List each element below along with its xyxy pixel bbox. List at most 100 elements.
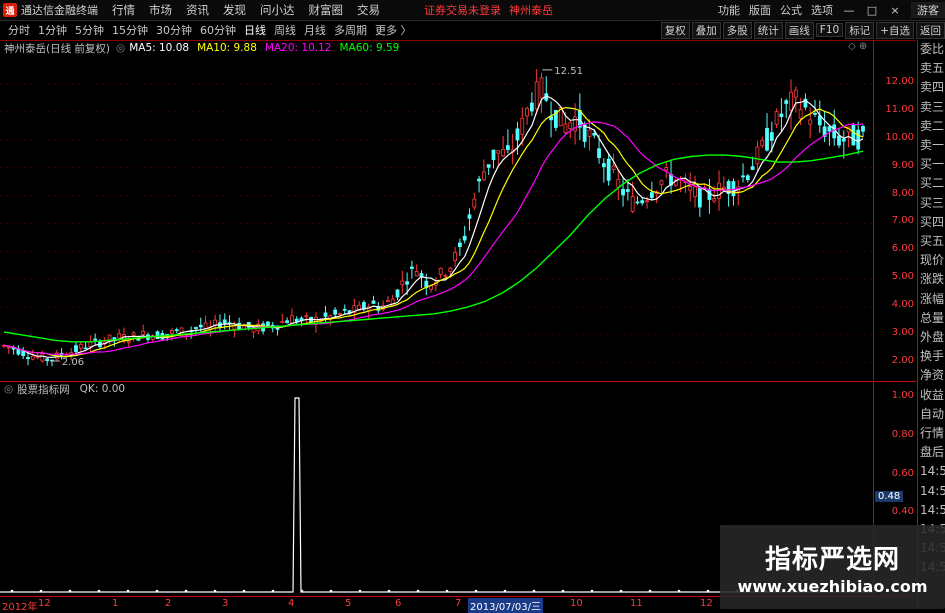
tool-stats[interactable]: 统计 [753, 21, 783, 39]
quote-panel-item[interactable]: 卖五 [918, 59, 945, 78]
candle-body [688, 186, 693, 191]
candle-body [491, 149, 496, 160]
chart-ctrl-icons[interactable]: ◇ ⊕ [848, 41, 867, 52]
period-30min[interactable]: 30分钟 [156, 22, 192, 38]
quote-panel-item[interactable]: 外盘 [918, 328, 945, 347]
quote-panel-item[interactable]: 买五 [918, 232, 945, 251]
quote-panel-item[interactable]: 涨幅 [918, 290, 945, 309]
quote-panel-item[interactable]: 14:5 [918, 462, 945, 481]
period-weekly[interactable]: 周线 [274, 22, 296, 38]
candle-body [462, 235, 467, 241]
candle-body [501, 149, 505, 157]
high-price-label: 12.51 [554, 66, 583, 77]
period-5min[interactable]: 5分钟 [75, 22, 104, 38]
period-intraday[interactable]: 分时 [8, 22, 30, 38]
candle-body [664, 167, 669, 171]
quote-panel-item[interactable]: 买二 [918, 174, 945, 193]
login-alert[interactable]: 证券交易未登录 [424, 2, 501, 18]
candle-body [712, 198, 717, 202]
period-1min[interactable]: 1分钟 [38, 22, 67, 38]
tool-draw[interactable]: 画线 [784, 21, 814, 39]
quote-panel-item[interactable]: 14:5 [918, 482, 945, 501]
quote-panel-item[interactable]: 净资 [918, 366, 945, 385]
tool-back[interactable]: 返回 [916, 21, 945, 39]
tool-f10[interactable]: F10 [815, 23, 844, 37]
menu-function[interactable]: 功能 [718, 2, 740, 18]
candle-body [563, 123, 568, 134]
quote-panel-item[interactable]: 卖三 [918, 98, 945, 117]
tool-adjust[interactable]: 复权 [660, 21, 690, 39]
quote-panel-item[interactable]: 行情 [918, 424, 945, 443]
quote-panel-item[interactable]: 自动 [918, 405, 945, 424]
ma60-line [3, 150, 864, 343]
period-monthly[interactable]: 月线 [304, 22, 326, 38]
watermark-url: www.xuezhibiao.com [737, 577, 928, 596]
candle-body [481, 171, 486, 181]
qk-point [503, 589, 507, 593]
period-15min[interactable]: 15分钟 [112, 22, 148, 38]
indicator-tick: 0.80 [891, 428, 914, 440]
qk-point [619, 589, 623, 593]
quote-panel-item[interactable]: 委比 [918, 40, 945, 59]
menu-options[interactable]: 选项 [811, 2, 833, 18]
tool-overlay[interactable]: 叠加 [691, 21, 721, 39]
candle-body [625, 189, 630, 192]
candle-body [467, 214, 472, 219]
quote-panel-item[interactable]: 总量 [918, 309, 945, 328]
menu-layout[interactable]: 版面 [749, 2, 771, 18]
qk-point [155, 589, 159, 593]
date-label: 2012年 [2, 602, 38, 613]
candle-body [832, 124, 837, 139]
watermark-title: 指标严选网 [764, 545, 900, 575]
guest-button[interactable]: 游客 [911, 2, 945, 18]
menu-news[interactable]: 资讯 [186, 2, 209, 18]
menu-ask[interactable]: 问小达 [260, 2, 295, 18]
ma20-line [3, 121, 864, 355]
candle-body [386, 300, 390, 302]
qk-point [445, 589, 449, 593]
price-tick: 9.00 [891, 159, 914, 171]
date-label: 10 [570, 598, 583, 609]
menu-discover[interactable]: 发现 [223, 2, 246, 18]
quote-panel-item[interactable]: 买四 [918, 213, 945, 232]
tool-add-watchlist[interactable]: +自选 [876, 21, 914, 39]
kline-chart-area[interactable]: 12.51 2.06 [0, 40, 916, 381]
menu-trade[interactable]: 交易 [357, 2, 380, 18]
maximize-icon[interactable]: □ [865, 4, 879, 17]
tool-multi[interactable]: 多股 [722, 21, 752, 39]
price-tick: 10.00 [885, 131, 914, 143]
period-60min[interactable]: 60分钟 [200, 22, 236, 38]
quote-panel-item[interactable]: 换手 [918, 347, 945, 366]
candle-body [6, 346, 11, 349]
candle-body [640, 200, 645, 204]
quote-panel-item[interactable]: 卖一 [918, 136, 945, 155]
qk-point [329, 589, 333, 593]
quote-panel-item[interactable]: 收益 [918, 386, 945, 405]
quote-panel-item[interactable]: 涨跌 [918, 270, 945, 289]
date-label: 7 [455, 598, 462, 609]
menu-market[interactable]: 市场 [149, 2, 172, 18]
menu-hq[interactable]: 行情 [112, 2, 135, 18]
quote-panel-item[interactable]: 买三 [918, 194, 945, 213]
period-daily[interactable]: 日线 [244, 22, 266, 38]
indicator-settings-icon[interactable]: ◎ [4, 383, 13, 395]
candle-body [78, 343, 83, 349]
tool-mark[interactable]: 标记 [845, 21, 875, 39]
quote-panel-item[interactable]: 现价 [918, 251, 945, 270]
candle-body [443, 275, 448, 277]
qk-point [706, 589, 710, 593]
quote-panel-item[interactable]: 卖二 [918, 117, 945, 136]
quote-panel-item[interactable]: 卖四 [918, 78, 945, 97]
candle-body [808, 119, 813, 125]
quote-panel-item[interactable]: 盘后 [918, 443, 945, 462]
period-more[interactable]: 更多 〉 [375, 22, 412, 38]
quote-panel-item[interactable]: 买一 [918, 155, 945, 174]
minimize-icon[interactable]: — [842, 4, 856, 17]
period-multi[interactable]: 多周期 [334, 22, 367, 38]
close-icon[interactable]: × [888, 4, 902, 17]
quote-panel-item[interactable]: 14:5 [918, 501, 945, 520]
menu-wealth[interactable]: 财富圈 [309, 2, 344, 18]
settings-icon[interactable]: ◎ [116, 42, 125, 54]
menu-formula[interactable]: 公式 [780, 2, 802, 18]
candle-body [203, 322, 208, 329]
